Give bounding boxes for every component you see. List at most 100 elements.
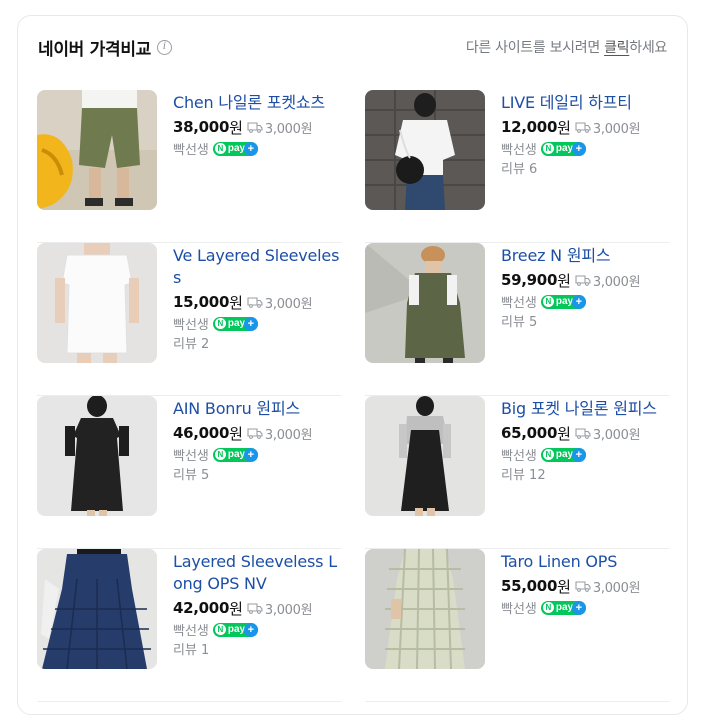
product-name-link[interactable]: Taro Linen OPS	[501, 551, 673, 573]
currency-unit: 원	[557, 577, 571, 596]
seller-name: 빡선생	[501, 449, 537, 464]
product-name-link[interactable]: Layered Sleeveless Long OPS NV	[173, 551, 345, 595]
title-wrap: 네이버 가격비교 i	[38, 35, 172, 60]
npay-pay: pay	[555, 143, 574, 154]
price-row: 12,000 원 3,000원	[501, 116, 673, 138]
shipping-fee: 3,000원	[264, 296, 313, 312]
product-image[interactable]	[365, 549, 485, 669]
seller-name: 빡선생	[173, 449, 209, 464]
npay-plus-icon: +	[243, 316, 258, 331]
currency-unit: 원	[229, 599, 243, 618]
npay-pay: pay	[227, 143, 246, 154]
price-row: 65,000 원 3,000원	[501, 422, 673, 444]
product-item[interactable]: LIVE 데일리 하프티 12,000 원 3,000원 빡선생 N pay + …	[365, 90, 669, 243]
seller-row: 빡선생 N pay +	[501, 138, 673, 159]
shipping-fee: 3,000원	[592, 121, 641, 137]
npay-n: N	[542, 143, 554, 154]
shipping-fee: 3,000원	[264, 602, 313, 618]
truck-icon	[247, 297, 263, 308]
npay-n: N	[214, 624, 226, 635]
npay-pay: pay	[227, 449, 246, 460]
product-item[interactable]: AIN Bonru 원피스 46,000 원 3,000원 빡선생 N pay +…	[37, 396, 341, 549]
product-image[interactable]	[37, 549, 157, 669]
product-item[interactable]: Taro Linen OPS 55,000 원 3,000원 빡선생 N pay …	[365, 549, 669, 702]
truck-icon	[575, 581, 591, 592]
shipping-fee: 3,000원	[264, 121, 313, 137]
npay-badge-icon: N pay +	[212, 316, 258, 331]
product-image[interactable]	[37, 90, 157, 210]
product-info: Taro Linen OPS 55,000 원 3,000원 빡선생 N pay …	[501, 551, 673, 618]
product-item[interactable]: Breez N 원피스 59,900 원 3,000원 빡선생 N pay + 리…	[365, 243, 669, 396]
product-name-link[interactable]: Ve Layered Sleeveless	[173, 245, 345, 289]
product-price: 38,000	[173, 118, 230, 136]
seller-name: 빡선생	[173, 318, 209, 333]
price-row: 46,000 원 3,000원	[173, 422, 345, 444]
npay-n: N	[214, 318, 226, 329]
npay-badge-icon: N pay +	[540, 447, 586, 462]
hint-click-link[interactable]: 클릭	[604, 40, 629, 56]
product-info: Layered Sleeveless Long OPS NV 42,000 원 3…	[173, 551, 345, 661]
product-price: 59,900	[501, 271, 558, 289]
product-name-link[interactable]: AIN Bonru 원피스	[173, 398, 345, 420]
hint-suffix: 하세요	[629, 40, 667, 56]
product-item[interactable]: Ve Layered Sleeveless 15,000 원 3,000원 빡선생…	[37, 243, 341, 396]
product-price: 65,000	[501, 424, 558, 442]
npay-pay: pay	[227, 624, 246, 635]
product-name-link[interactable]: Big 포켓 나일론 원피스	[501, 398, 673, 420]
npay-badge-icon: N pay +	[540, 294, 586, 309]
seller-row: 빡선생 N pay +	[501, 444, 673, 465]
product-image[interactable]	[365, 396, 485, 516]
npay-plus-icon: +	[571, 141, 586, 156]
truck-icon	[575, 275, 591, 286]
seller-row: 빡선생 N pay +	[173, 444, 345, 465]
npay-plus-icon: +	[243, 141, 258, 156]
shipping-fee: 3,000원	[592, 580, 641, 596]
product-info: AIN Bonru 원피스 46,000 원 3,000원 빡선생 N pay +…	[173, 398, 345, 486]
currency-unit: 원	[229, 424, 243, 443]
npay-plus-icon: +	[571, 447, 586, 462]
product-image[interactable]	[37, 396, 157, 516]
product-price: 42,000	[173, 599, 230, 617]
currency-unit: 원	[229, 118, 243, 137]
product-price: 55,000	[501, 577, 558, 595]
product-name-link[interactable]: LIVE 데일리 하프티	[501, 92, 673, 114]
product-name-link[interactable]: Breez N 원피스	[501, 245, 673, 267]
price-row: 42,000 원 3,000원	[173, 597, 345, 619]
npay-plus-icon: +	[571, 294, 586, 309]
product-image[interactable]	[37, 243, 157, 363]
npay-pay: pay	[227, 318, 246, 329]
seller-row: 빡선생 N pay +	[173, 313, 345, 334]
npay-n: N	[214, 143, 226, 154]
npay-plus-icon: +	[571, 600, 586, 615]
npay-badge-icon: N pay +	[540, 600, 586, 615]
product-info: Breez N 원피스 59,900 원 3,000원 빡선생 N pay + 리…	[501, 245, 673, 333]
seller-name: 빡선생	[501, 602, 537, 617]
currency-unit: 원	[229, 293, 243, 312]
product-item[interactable]: Chen 나일론 포켓쇼츠 38,000 원 3,000원 빡선생 N pay +	[37, 90, 341, 243]
truck-icon	[247, 603, 263, 614]
product-image[interactable]	[365, 90, 485, 210]
truck-icon	[247, 122, 263, 133]
npay-n: N	[542, 602, 554, 613]
seller-row: 빡선생 N pay +	[501, 597, 673, 618]
price-compare-card: 네이버 가격비교 i 다른 사이트를 보시려면 클릭하세요 Chen 나일론 포…	[17, 15, 688, 715]
product-item[interactable]: Big 포켓 나일론 원피스 65,000 원 3,000원 빡선생 N pay …	[365, 396, 669, 549]
product-image[interactable]	[365, 243, 485, 363]
truck-icon	[575, 428, 591, 439]
card-header: 네이버 가격비교 i 다른 사이트를 보시려면 클릭하세요	[38, 16, 667, 78]
currency-unit: 원	[557, 271, 571, 290]
seller-name: 빡선생	[173, 143, 209, 158]
npay-badge-icon: N pay +	[212, 447, 258, 462]
price-row: 38,000 원 3,000원	[173, 116, 345, 138]
seller-row: 빡선생 N pay +	[501, 291, 673, 312]
npay-badge-icon: N pay +	[212, 622, 258, 637]
info-icon[interactable]: i	[157, 39, 172, 55]
npay-badge-icon: N pay +	[212, 141, 258, 156]
seller-name: 빡선생	[501, 296, 537, 311]
product-info: Big 포켓 나일론 원피스 65,000 원 3,000원 빡선생 N pay …	[501, 398, 673, 486]
product-name-link[interactable]: Chen 나일론 포켓쇼츠	[173, 92, 345, 114]
currency-unit: 원	[557, 118, 571, 137]
npay-plus-icon: +	[243, 447, 258, 462]
npay-pay: pay	[555, 449, 574, 460]
product-item[interactable]: Layered Sleeveless Long OPS NV 42,000 원 3…	[37, 549, 341, 702]
